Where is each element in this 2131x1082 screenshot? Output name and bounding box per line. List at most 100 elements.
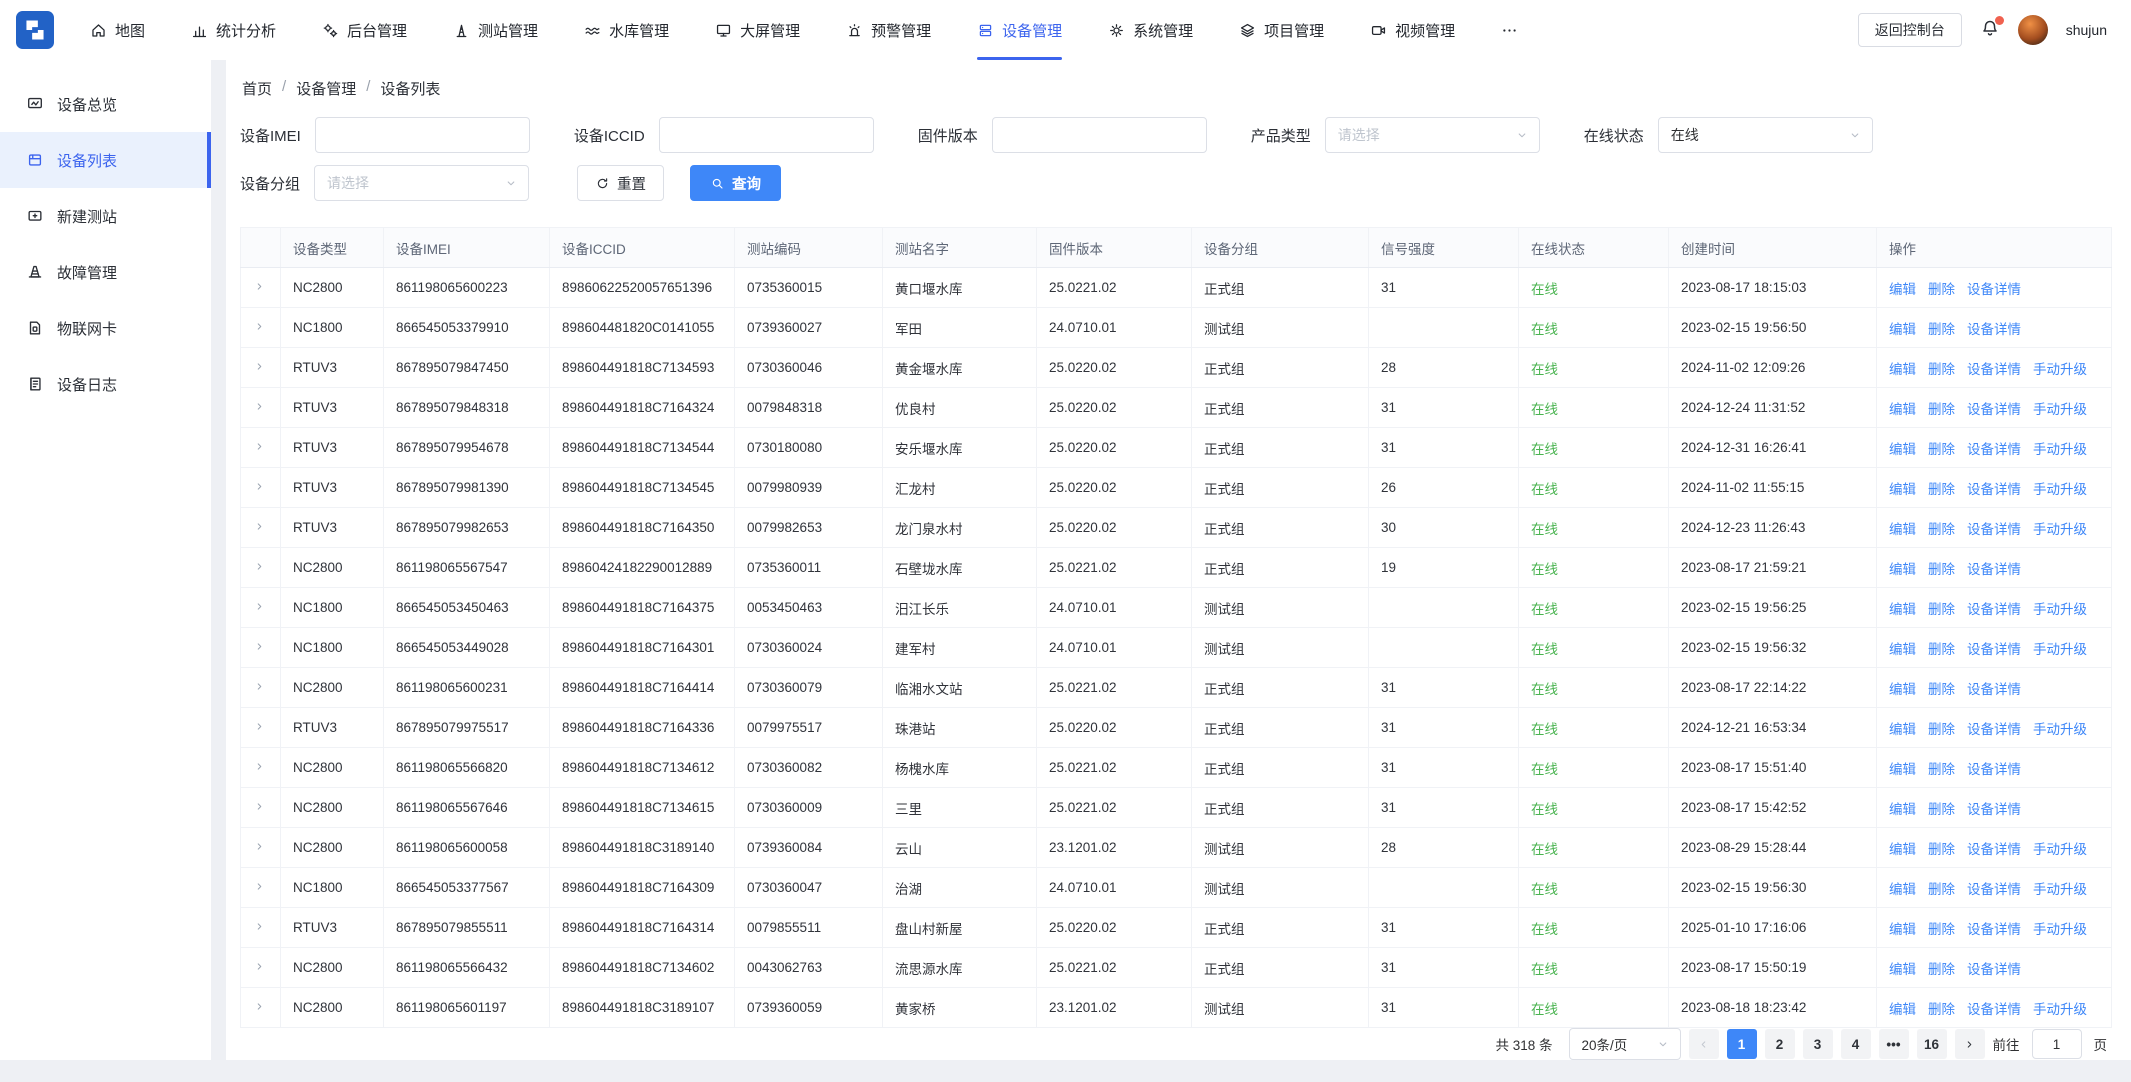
- page-button-2[interactable]: 2: [1765, 1029, 1795, 1059]
- delete-link[interactable]: 删除: [1928, 442, 1955, 457]
- sidebar-item-fault-management[interactable]: 故障管理: [0, 244, 211, 300]
- nav-item-video-management[interactable]: 视频管理: [1370, 0, 1455, 60]
- delete-link[interactable]: 删除: [1928, 882, 1955, 897]
- edit-link[interactable]: 编辑: [1889, 562, 1916, 577]
- expand-row-button[interactable]: [253, 640, 266, 653]
- device-group-select[interactable]: 请选择: [314, 165, 529, 201]
- edit-link[interactable]: 编辑: [1889, 682, 1916, 697]
- reset-button[interactable]: 重置: [577, 165, 664, 201]
- expand-row-button[interactable]: [253, 480, 266, 493]
- sidebar-item-device-list[interactable]: 设备列表: [0, 132, 211, 188]
- delete-link[interactable]: 删除: [1928, 922, 1955, 937]
- more-pages-button[interactable]: •••: [1879, 1029, 1909, 1059]
- expand-row-button[interactable]: [253, 720, 266, 733]
- manual-upgrade-link[interactable]: 手动升级: [2033, 402, 2087, 417]
- device-detail-link[interactable]: 设备详情: [1967, 322, 2021, 337]
- nav-item-more[interactable]: [1501, 0, 1518, 60]
- goto-page-input[interactable]: [2032, 1029, 2082, 1059]
- next-page-button[interactable]: [1955, 1029, 1985, 1059]
- device-detail-link[interactable]: 设备详情: [1967, 682, 2021, 697]
- sidebar-item-device-log[interactable]: 设备日志: [0, 356, 211, 412]
- page-button-3[interactable]: 3: [1803, 1029, 1833, 1059]
- page-size-select[interactable]: 20条/页: [1569, 1028, 1681, 1060]
- back-to-console-button[interactable]: 返回控制台: [1858, 13, 1962, 47]
- device-iccid-input[interactable]: [659, 117, 874, 153]
- device-detail-link[interactable]: 设备详情: [1967, 802, 2021, 817]
- device-detail-link[interactable]: 设备详情: [1967, 442, 2021, 457]
- device-detail-link[interactable]: 设备详情: [1967, 1002, 2021, 1017]
- device-detail-link[interactable]: 设备详情: [1967, 362, 2021, 377]
- manual-upgrade-link[interactable]: 手动升级: [2033, 602, 2087, 617]
- expand-row-button[interactable]: [253, 440, 266, 453]
- delete-link[interactable]: 删除: [1928, 562, 1955, 577]
- page-button-16[interactable]: 16: [1917, 1029, 1947, 1059]
- firmware-input[interactable]: [992, 117, 1207, 153]
- delete-link[interactable]: 删除: [1928, 842, 1955, 857]
- delete-link[interactable]: 删除: [1928, 482, 1955, 497]
- delete-link[interactable]: 删除: [1928, 602, 1955, 617]
- delete-link[interactable]: 删除: [1928, 682, 1955, 697]
- nav-item-device-management[interactable]: 设备管理: [977, 0, 1062, 60]
- user-avatar[interactable]: [2018, 15, 2048, 45]
- breadcrumb-item[interactable]: 首页: [242, 78, 272, 99]
- expand-row-button[interactable]: [253, 400, 266, 413]
- nav-item-warning-management[interactable]: 预警管理: [846, 0, 931, 60]
- edit-link[interactable]: 编辑: [1889, 482, 1916, 497]
- delete-link[interactable]: 删除: [1928, 362, 1955, 377]
- edit-link[interactable]: 编辑: [1889, 1002, 1916, 1017]
- manual-upgrade-link[interactable]: 手动升级: [2033, 522, 2087, 537]
- notification-bell[interactable]: [1980, 18, 2000, 43]
- delete-link[interactable]: 删除: [1928, 762, 1955, 777]
- edit-link[interactable]: 编辑: [1889, 762, 1916, 777]
- nav-item-station-management[interactable]: 测站管理: [453, 0, 538, 60]
- page-button-1[interactable]: 1: [1727, 1029, 1757, 1059]
- search-button[interactable]: 查询: [690, 165, 781, 201]
- expand-row-button[interactable]: [253, 840, 266, 853]
- nav-item-bigscreen-management[interactable]: 大屏管理: [715, 0, 800, 60]
- page-button-4[interactable]: 4: [1841, 1029, 1871, 1059]
- device-detail-link[interactable]: 设备详情: [1967, 602, 2021, 617]
- edit-link[interactable]: 编辑: [1889, 842, 1916, 857]
- expand-row-button[interactable]: [253, 1000, 266, 1013]
- device-detail-link[interactable]: 设备详情: [1967, 762, 2021, 777]
- nav-item-backend-management[interactable]: 后台管理: [322, 0, 407, 60]
- device-detail-link[interactable]: 设备详情: [1967, 482, 2021, 497]
- expand-row-button[interactable]: [253, 760, 266, 773]
- expand-row-button[interactable]: [253, 280, 266, 293]
- edit-link[interactable]: 编辑: [1889, 962, 1916, 977]
- sidebar-item-iot-card[interactable]: 物联网卡: [0, 300, 211, 356]
- edit-link[interactable]: 编辑: [1889, 602, 1916, 617]
- manual-upgrade-link[interactable]: 手动升级: [2033, 642, 2087, 657]
- delete-link[interactable]: 删除: [1928, 642, 1955, 657]
- expand-row-button[interactable]: [253, 560, 266, 573]
- delete-link[interactable]: 删除: [1928, 402, 1955, 417]
- delete-link[interactable]: 删除: [1928, 802, 1955, 817]
- delete-link[interactable]: 删除: [1928, 722, 1955, 737]
- delete-link[interactable]: 删除: [1928, 522, 1955, 537]
- edit-link[interactable]: 编辑: [1889, 922, 1916, 937]
- manual-upgrade-link[interactable]: 手动升级: [2033, 442, 2087, 457]
- expand-row-button[interactable]: [253, 360, 266, 373]
- delete-link[interactable]: 删除: [1928, 1002, 1955, 1017]
- device-detail-link[interactable]: 设备详情: [1967, 642, 2021, 657]
- device-detail-link[interactable]: 设备详情: [1967, 402, 2021, 417]
- product-type-select[interactable]: 请选择: [1325, 117, 1540, 153]
- delete-link[interactable]: 删除: [1928, 962, 1955, 977]
- breadcrumb-item[interactable]: 设备管理: [296, 78, 356, 99]
- device-detail-link[interactable]: 设备详情: [1967, 922, 2021, 937]
- expand-row-button[interactable]: [253, 960, 266, 973]
- edit-link[interactable]: 编辑: [1889, 722, 1916, 737]
- device-detail-link[interactable]: 设备详情: [1967, 282, 2021, 297]
- manual-upgrade-link[interactable]: 手动升级: [2033, 922, 2087, 937]
- device-detail-link[interactable]: 设备详情: [1967, 882, 2021, 897]
- device-detail-link[interactable]: 设备详情: [1967, 722, 2021, 737]
- manual-upgrade-link[interactable]: 手动升级: [2033, 362, 2087, 377]
- edit-link[interactable]: 编辑: [1889, 442, 1916, 457]
- device-detail-link[interactable]: 设备详情: [1967, 962, 2021, 977]
- nav-item-reservoir-management[interactable]: 水库管理: [584, 0, 669, 60]
- edit-link[interactable]: 编辑: [1889, 522, 1916, 537]
- delete-link[interactable]: 删除: [1928, 322, 1955, 337]
- online-status-select[interactable]: 在线: [1658, 117, 1873, 153]
- device-detail-link[interactable]: 设备详情: [1967, 562, 2021, 577]
- edit-link[interactable]: 编辑: [1889, 402, 1916, 417]
